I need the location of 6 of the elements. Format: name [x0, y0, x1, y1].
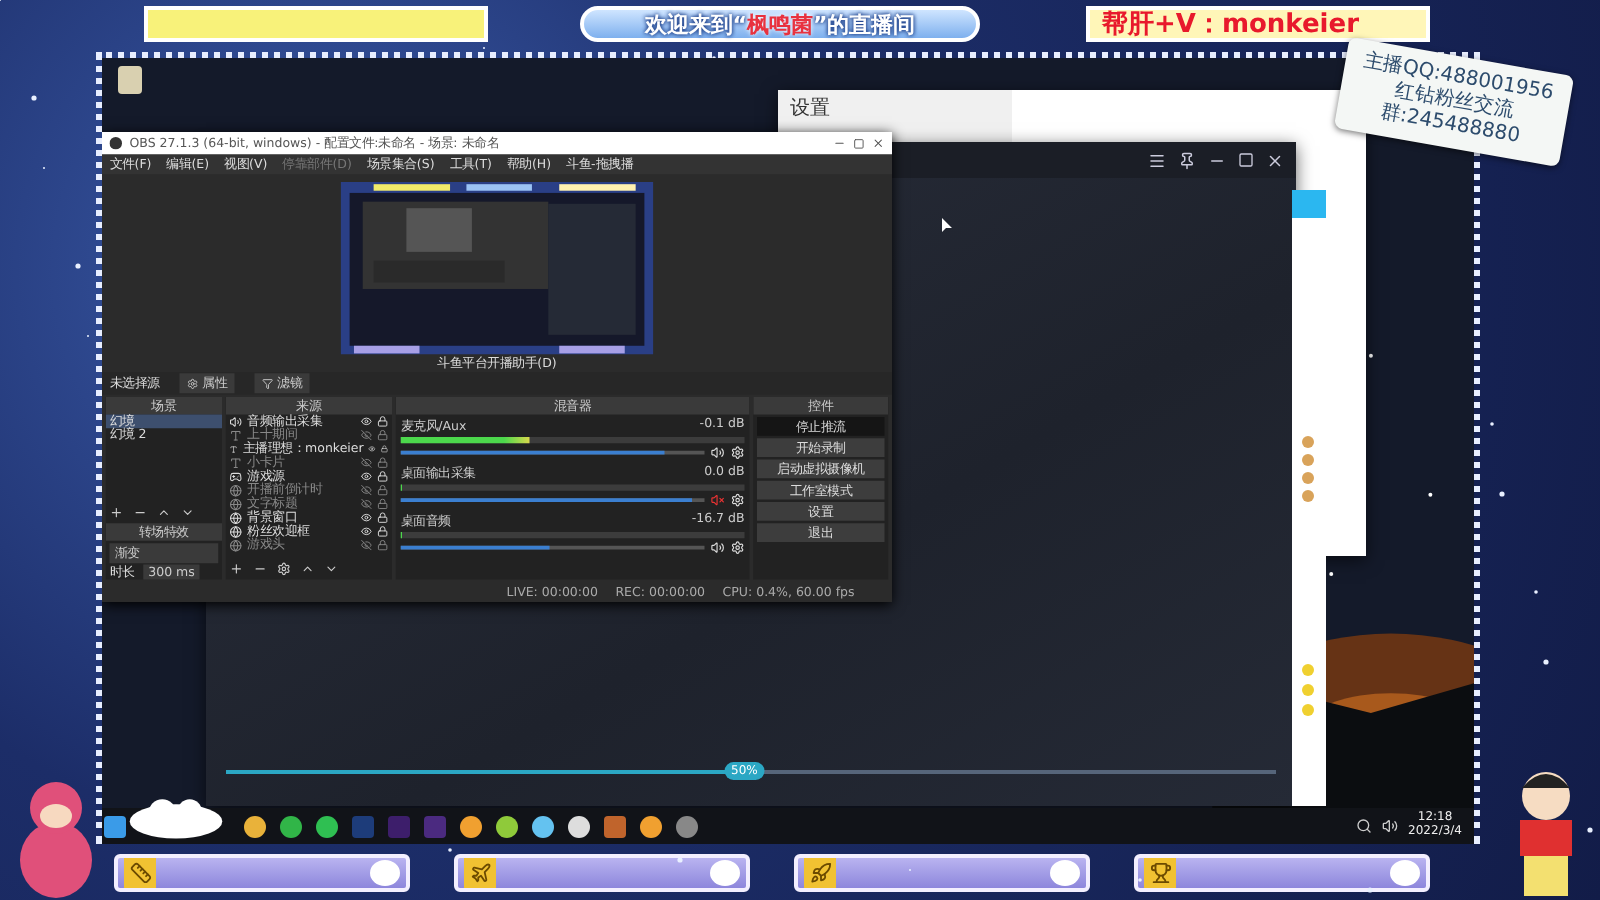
rocket-icon: [809, 861, 831, 883]
plane-icon: [469, 861, 491, 883]
promo-text: 帮肝+V：monkeier: [1102, 8, 1359, 42]
ruler-icon: [129, 861, 151, 883]
trophy-icon: [1149, 861, 1171, 883]
welcome-text: 欢迎来到“枫鸣菌”的直播间: [644, 9, 916, 39]
